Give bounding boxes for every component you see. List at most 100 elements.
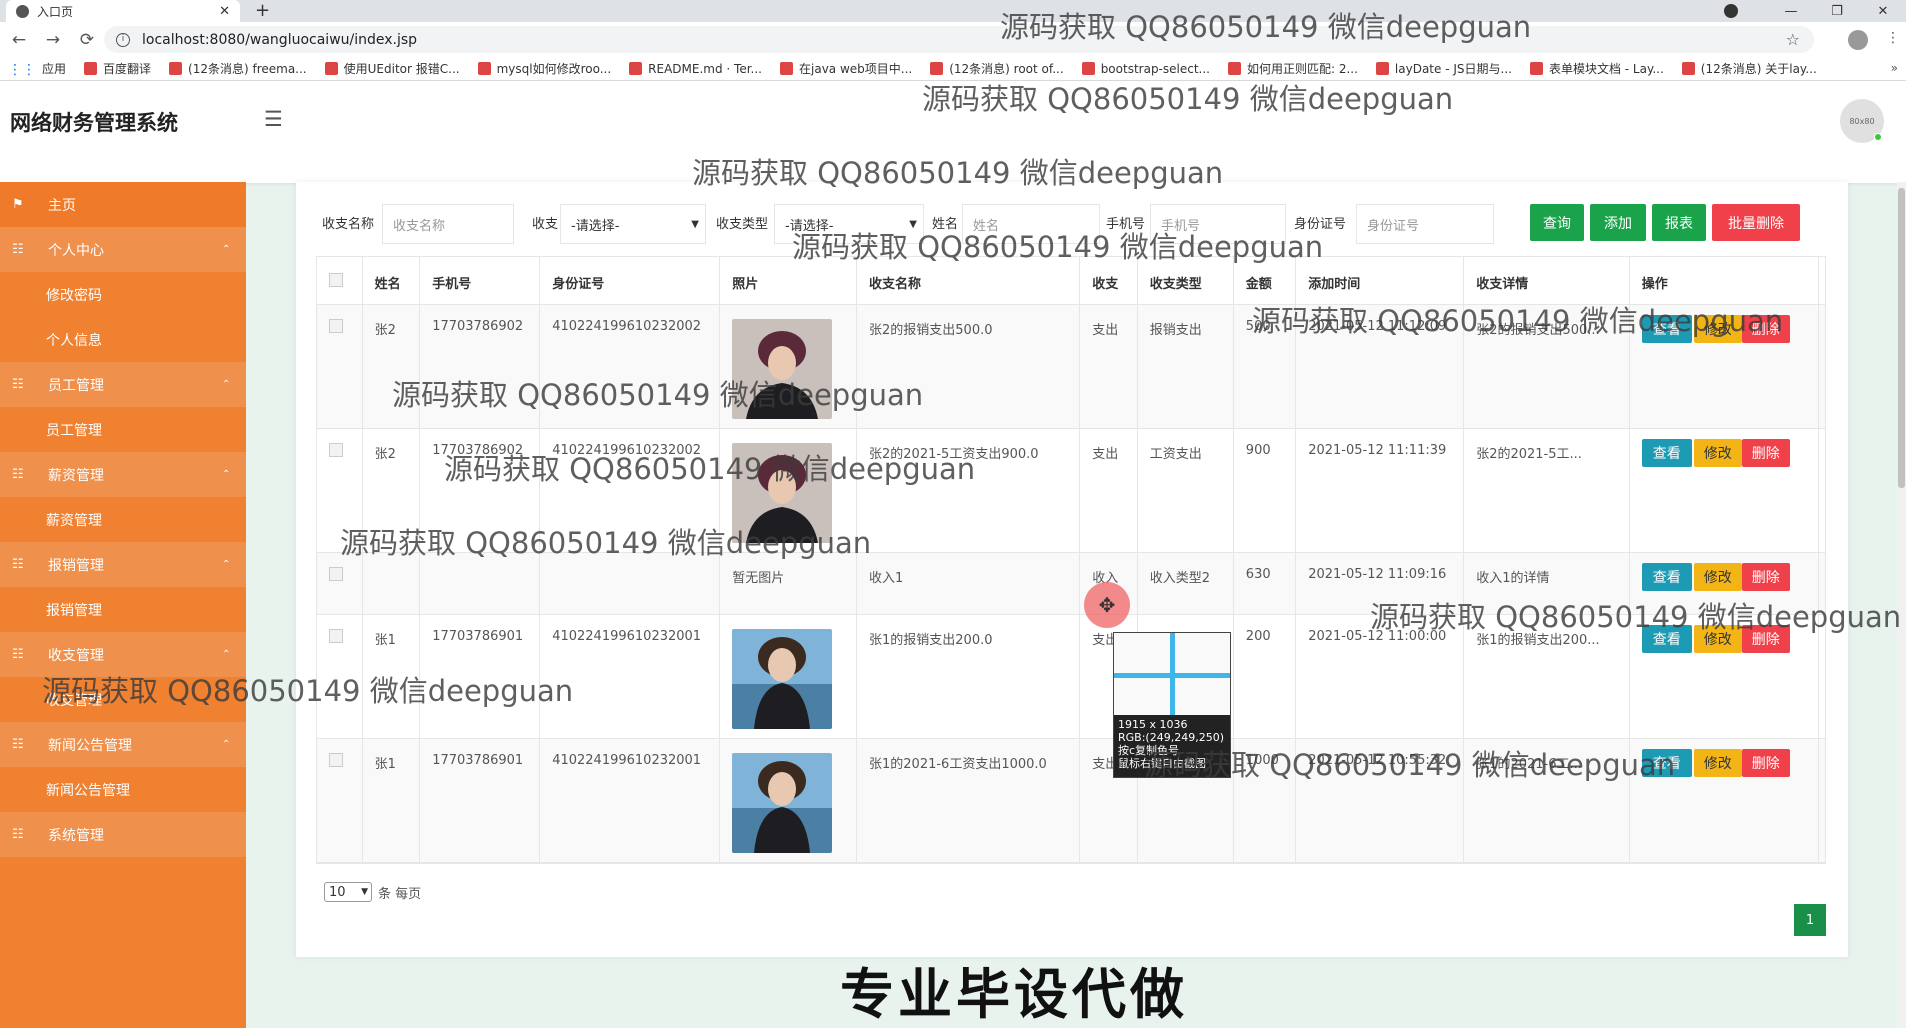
sidebar-group-label: 个人中心 <box>48 242 104 259</box>
bookmark-item[interactable]: ⋮⋮ 应用 <box>8 60 66 78</box>
bookmark-item[interactable]: (12条消息) 关于lay... <box>1681 60 1817 77</box>
filter-person-input[interactable]: 姓名 <box>962 204 1100 244</box>
sidebar-group[interactable]: ☷ 个人中心 ⌃ <box>0 227 246 272</box>
row-actions: 查看 修改 删除 <box>1641 749 1807 777</box>
report-button[interactable]: 报表 <box>1652 204 1706 241</box>
view-button[interactable]: 查看 <box>1641 625 1692 653</box>
bookmark-item[interactable]: bootstrap-select... <box>1081 62 1210 76</box>
menu-icon[interactable]: ⋮ <box>1886 30 1900 50</box>
user-photo[interactable] <box>732 753 833 853</box>
bookmark-item[interactable]: 百度翻译 <box>84 60 151 77</box>
bookmark-item[interactable]: (12条消息) root of... <box>930 60 1064 77</box>
filter-id-input[interactable]: 身份证号 <box>1356 204 1494 244</box>
restore-icon[interactable]: ❐ <box>1814 4 1860 19</box>
sidebar-subitem[interactable]: 收支管理 <box>0 677 246 722</box>
filter-name-input[interactable]: 收支名称 <box>382 204 514 244</box>
sidebar-subitem[interactable]: 薪资管理 <box>0 497 246 542</box>
select-all-checkbox[interactable] <box>329 273 343 287</box>
bookmark-item[interactable]: 如何用正则匹配: 2... <box>1227 60 1358 77</box>
add-button[interactable]: 添加 <box>1590 204 1646 241</box>
bookmark-item[interactable]: 表单模块文档 - Lay... <box>1529 60 1664 77</box>
filter-category-select[interactable]: -请选择- ▼ <box>774 204 924 244</box>
edit-button[interactable]: 修改 <box>1693 439 1742 467</box>
sidebar-subitem[interactable]: 修改密码 <box>0 272 246 317</box>
row-checkbox[interactable] <box>329 567 343 581</box>
row-checkbox[interactable] <box>329 319 343 333</box>
edit-button[interactable]: 修改 <box>1693 315 1742 343</box>
sidebar-group[interactable]: ☷ 新闻公告管理 ⌃ <box>0 722 246 767</box>
close-window-icon[interactable]: ✕ <box>1860 4 1906 19</box>
batch-delete-button[interactable]: 批量删除 <box>1712 204 1800 241</box>
pager: 10 ▼ 条 每页 <box>324 882 421 902</box>
page-size-value: 10 <box>329 884 346 900</box>
close-icon[interactable]: ✕ <box>219 4 230 19</box>
filter-phone-input[interactable]: 手机号 <box>1150 204 1286 244</box>
edit-button[interactable]: 修改 <box>1693 749 1742 777</box>
sidebar-group[interactable]: ☷ 系统管理 <box>0 812 246 857</box>
view-button[interactable]: 查看 <box>1641 439 1692 467</box>
reload-icon[interactable]: ⟳ <box>72 30 102 50</box>
page-scrollbar[interactable] <box>1897 182 1906 1028</box>
bookmark-item[interactable]: (12条消息) freema... <box>169 60 307 77</box>
delete-button[interactable]: 删除 <box>1741 315 1790 343</box>
delete-button[interactable]: 删除 <box>1741 625 1790 653</box>
row-checkbox[interactable] <box>329 753 343 767</box>
bookmark-item[interactable]: 在java web项目中... <box>780 60 912 77</box>
page-number-button[interactable]: 1 <box>1794 904 1826 936</box>
new-tab-button[interactable]: + <box>255 0 270 22</box>
sidebar-subitem[interactable]: 个人信息 <box>0 317 246 362</box>
bookmark-item[interactable]: mysql如何修改roo... <box>477 60 611 77</box>
user-photo[interactable] <box>732 443 833 543</box>
bookmark-item[interactable]: layDate - JS日期与... <box>1375 60 1512 77</box>
sidebar-subitem[interactable]: 员工管理 <box>0 407 246 452</box>
profile-icon[interactable] <box>1724 4 1738 18</box>
more-bookmarks-icon[interactable]: » <box>1891 61 1898 75</box>
hamburger-icon[interactable]: ☰ <box>264 107 283 131</box>
query-button[interactable]: 查询 <box>1530 204 1584 241</box>
view-button[interactable]: 查看 <box>1641 749 1692 777</box>
row-checkbox[interactable] <box>329 629 343 643</box>
header-label: 添加时间 <box>1308 277 1361 292</box>
bookmark-item[interactable]: 使用UEditor 报错C... <box>324 60 460 77</box>
account-icon[interactable] <box>1848 30 1868 50</box>
page-size-select[interactable]: 10 ▼ <box>324 882 372 902</box>
star-icon[interactable]: ☆ <box>1786 30 1800 49</box>
sidebar-group[interactable]: ☷ 报销管理 ⌃ <box>0 542 246 587</box>
delete-button[interactable]: 删除 <box>1741 439 1790 467</box>
row-checkbox[interactable] <box>329 443 343 457</box>
table-cell: 收入1的详情 <box>1464 553 1630 614</box>
edit-button[interactable]: 修改 <box>1693 625 1742 653</box>
forward-icon[interactable]: → <box>38 30 68 50</box>
bookmark-favicon-icon <box>930 62 944 75</box>
cell-title: 张2的2021-5工资支出900.0 <box>869 447 1039 462</box>
sidebar-item-home[interactable]: ⚑ 主页 <box>0 182 246 227</box>
info-icon[interactable]: i <box>116 32 130 47</box>
cell-category: 收入类型2 <box>1149 571 1211 586</box>
delete-button[interactable]: 删除 <box>1741 563 1790 591</box>
sidebar-group[interactable]: ☷ 薪资管理 ⌃ <box>0 452 246 497</box>
sidebar-group[interactable]: ☷ 员工管理 ⌃ <box>0 362 246 407</box>
table-cell: 900 <box>1234 429 1297 552</box>
magnifier <box>1114 633 1230 715</box>
sidebar-subitem[interactable]: 报销管理 <box>0 587 246 632</box>
table-cell: 200 <box>1234 615 1297 738</box>
sidebar-subitem[interactable]: 新闻公告管理 <box>0 767 246 812</box>
view-button[interactable]: 查看 <box>1641 315 1692 343</box>
user-photo[interactable] <box>732 319 833 419</box>
back-icon[interactable]: ← <box>4 30 34 50</box>
sidebar-group[interactable]: ☷ 收支管理 ⌃ <box>0 632 246 677</box>
edit-button[interactable]: 修改 <box>1693 563 1742 591</box>
browser-tabbar: 入口页 ✕ + — ❐ ✕ <box>0 0 1906 22</box>
row-actions: 查看 修改 删除 <box>1641 315 1807 343</box>
header-cell[interactable] <box>317 257 363 304</box>
minimize-icon[interactable]: — <box>1768 4 1814 19</box>
avatar[interactable]: 80x80 <box>1840 99 1884 143</box>
filter-type-select[interactable]: -请选择- ▼ <box>560 204 706 244</box>
bookmark-item[interactable]: README.md · Ter... <box>629 62 762 76</box>
url-field[interactable]: i localhost:8080/wangluocaiwu/index.jsp … <box>104 26 1814 53</box>
user-photo[interactable] <box>732 629 833 729</box>
view-button[interactable]: 查看 <box>1641 563 1692 591</box>
delete-button[interactable]: 删除 <box>1741 749 1790 777</box>
scrollbar-thumb[interactable] <box>1898 188 1905 488</box>
browser-tab[interactable]: 入口页 ✕ <box>6 0 240 22</box>
